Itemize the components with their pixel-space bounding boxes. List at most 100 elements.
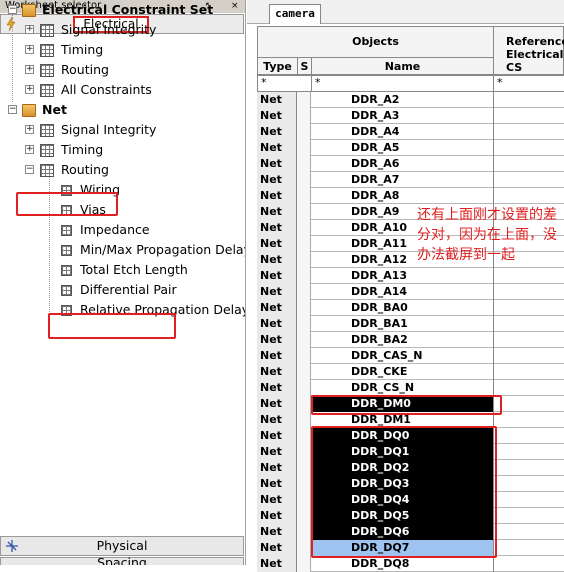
header-type[interactable]: Type: [258, 58, 298, 75]
filter-ref[interactable]: *: [494, 76, 564, 92]
table-row[interactable]: Net DDR_CAS_N: [257, 348, 564, 364]
table-row[interactable]: Net DDR_A13: [257, 268, 564, 284]
tree-net-timing[interactable]: + Timing: [0, 140, 245, 160]
cell-ref-cs[interactable]: [493, 156, 564, 172]
tab-physical[interactable]: Physical: [0, 536, 244, 556]
header-s[interactable]: S: [298, 58, 312, 75]
table-row[interactable]: Net DDR_BA2: [257, 332, 564, 348]
cell-ref-cs[interactable]: [493, 300, 564, 316]
cell-s: [297, 380, 311, 396]
expand-icon[interactable]: +: [25, 45, 34, 54]
cell-name[interactable]: DDR_CS_N: [311, 380, 493, 396]
cell-ref-cs[interactable]: [493, 108, 564, 124]
cell-ref-cs[interactable]: [493, 476, 564, 492]
tree-label: Electrical Constraint Set: [42, 2, 214, 17]
cell-ref-cs[interactable]: [493, 396, 564, 412]
table-row[interactable]: Net DDR_CKE: [257, 364, 564, 380]
cell-ref-cs[interactable]: [493, 540, 564, 556]
expand-icon[interactable]: +: [25, 25, 34, 34]
cell-ref-cs[interactable]: [493, 268, 564, 284]
cell-ref-cs[interactable]: [493, 284, 564, 300]
cell-ref-cs[interactable]: [493, 428, 564, 444]
cell-ref-cs[interactable]: [493, 188, 564, 204]
cell-name[interactable]: DDR_CKE: [311, 364, 493, 380]
cell-ref-cs[interactable]: [493, 172, 564, 188]
cell-name[interactable]: DDR_A5: [311, 140, 493, 156]
cell-name[interactable]: DDR_A13: [311, 268, 493, 284]
collapse-icon[interactable]: −: [8, 5, 17, 14]
cell-ref-cs[interactable]: [493, 332, 564, 348]
table-row[interactable]: Net DDR_A8: [257, 188, 564, 204]
annotation-box-routing: [16, 192, 118, 216]
table-row[interactable]: Net DDR_A3: [257, 108, 564, 124]
expand-icon[interactable]: +: [25, 125, 34, 134]
cell-name[interactable]: DDR_BA0: [311, 300, 493, 316]
cell-name[interactable]: DDR_CAS_N: [311, 348, 493, 364]
cell-ref-cs[interactable]: [493, 348, 564, 364]
cell-name[interactable]: DDR_A6: [311, 156, 493, 172]
collapse-icon[interactable]: −: [8, 105, 17, 114]
tree-net[interactable]: − Net: [0, 100, 245, 120]
expand-icon[interactable]: +: [25, 85, 34, 94]
cell-type: Net: [257, 412, 297, 428]
tab-camera[interactable]: camera: [269, 4, 321, 24]
table-row[interactable]: Net DDR_A4: [257, 124, 564, 140]
tree-ecs-all-constraints[interactable]: + All Constraints: [0, 80, 245, 100]
table-row[interactable]: Net DDR_A14: [257, 284, 564, 300]
cell-ref-cs[interactable]: [493, 316, 564, 332]
cell-name[interactable]: DDR_BA2: [311, 332, 493, 348]
cell-ref-cs[interactable]: [493, 460, 564, 476]
table-row[interactable]: Net DDR_BA0: [257, 300, 564, 316]
cell-ref-cs[interactable]: [493, 92, 564, 108]
cell-name[interactable]: DDR_A4: [311, 124, 493, 140]
table-row[interactable]: Net DDR_BA1: [257, 316, 564, 332]
cell-type: Net: [257, 284, 297, 300]
cell-name[interactable]: DDR_A2: [311, 92, 493, 108]
collapse-icon[interactable]: −: [25, 165, 34, 174]
tree-impedance[interactable]: Impedance: [0, 220, 245, 240]
tree-net-routing[interactable]: − Routing: [0, 160, 245, 180]
tree-ecs-routing[interactable]: + Routing: [0, 60, 245, 80]
cell-ref-cs[interactable]: [493, 492, 564, 508]
cell-name[interactable]: DDR_DQ8: [311, 556, 493, 572]
cell-ref-cs[interactable]: [493, 124, 564, 140]
cell-s: [297, 428, 311, 444]
table-row[interactable]: Net DDR_CS_N: [257, 380, 564, 396]
cell-ref-cs[interactable]: [493, 508, 564, 524]
tree-ecs-timing[interactable]: + Timing: [0, 40, 245, 60]
cell-ref-cs[interactable]: [493, 412, 564, 428]
cell-name[interactable]: DDR_A7: [311, 172, 493, 188]
cell-name[interactable]: DDR_A14: [311, 284, 493, 300]
cell-s: [297, 268, 311, 284]
cell-name[interactable]: DDR_A8: [311, 188, 493, 204]
cell-ref-cs[interactable]: [493, 364, 564, 380]
table-row[interactable]: Net DDR_DQ8: [257, 556, 564, 572]
table-row[interactable]: Net DDR_A6: [257, 156, 564, 172]
tree-electrical-cs[interactable]: − Electrical Constraint Set: [0, 0, 245, 20]
tree-total-etch-length[interactable]: Total Etch Length: [0, 260, 245, 280]
tree-differential-pair[interactable]: Differential Pair: [0, 280, 245, 300]
filter-name[interactable]: *: [312, 76, 494, 92]
cell-ref-cs[interactable]: [493, 380, 564, 396]
cell-ref-cs[interactable]: [493, 140, 564, 156]
table-row[interactable]: Net DDR_A5: [257, 140, 564, 156]
filter-type[interactable]: *: [258, 76, 312, 92]
cell-ref-cs[interactable]: [493, 556, 564, 572]
cell-ref-cs[interactable]: [493, 524, 564, 540]
header-name[interactable]: Name: [312, 58, 494, 75]
tree-label: Signal Integrity: [61, 22, 157, 37]
expand-icon[interactable]: +: [25, 145, 34, 154]
tab-spacing[interactable]: Spacing: [0, 555, 244, 565]
cell-name[interactable]: DDR_BA1: [311, 316, 493, 332]
tree-net-signal-integrity[interactable]: + Signal Integrity: [0, 120, 245, 140]
table-row[interactable]: Net DDR_A2: [257, 92, 564, 108]
cell-type: Net: [257, 316, 297, 332]
expand-icon[interactable]: +: [25, 65, 34, 74]
tree-label: Routing: [61, 62, 109, 77]
worksheet-icon: [61, 225, 72, 236]
tree-ecs-signal-integrity[interactable]: + Signal Integrity: [0, 20, 245, 40]
cell-name[interactable]: DDR_A3: [311, 108, 493, 124]
tree-min-max-propagation-delay[interactable]: Min/Max Propagation Delay: [0, 240, 245, 260]
table-row[interactable]: Net DDR_A7: [257, 172, 564, 188]
cell-ref-cs[interactable]: [493, 444, 564, 460]
